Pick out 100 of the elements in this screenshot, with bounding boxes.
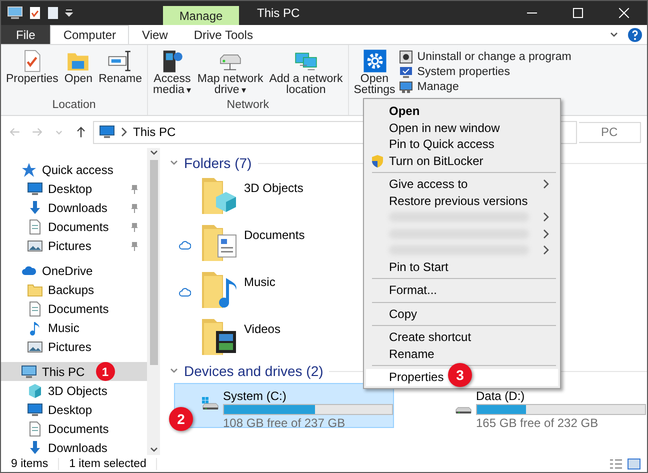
ribbon-tab[interactable]: View <box>129 25 181 44</box>
monitor-icon <box>99 124 115 140</box>
sidebar-item[interactable]: Quick access <box>1 160 148 179</box>
ribbon-tab[interactable]: Computer <box>50 25 130 44</box>
scrollbar[interactable] <box>147 148 160 455</box>
cloud-icon <box>179 241 191 250</box>
sidebar-item[interactable]: Documents <box>1 419 148 438</box>
sidebar-item[interactable]: Documents <box>1 299 148 318</box>
folder-icon <box>27 282 43 298</box>
chevron-icon <box>542 212 550 222</box>
pin-icon <box>130 202 140 212</box>
sidebar-item[interactable]: Downloads <box>1 198 148 217</box>
document-icon <box>27 218 43 234</box>
help-icon[interactable] <box>628 28 642 42</box>
ribbon-button[interactable]: Manage <box>399 79 572 94</box>
document-icon <box>27 420 43 436</box>
up-arrow-icon[interactable] <box>74 124 88 140</box>
ribbon-button[interactable]: Add a network location <box>267 47 345 99</box>
ribbon-button[interactable]: Map network drive ▾ <box>195 47 266 99</box>
shield-icon <box>371 154 384 168</box>
chevron-icon <box>542 245 550 256</box>
pin-icon <box>130 184 140 194</box>
group-label: Network <box>226 99 270 113</box>
menu-item[interactable]: Pin to Start <box>366 258 558 275</box>
sidebar-item[interactable]: This PC 1 <box>1 362 148 381</box>
section-header: Devices and drives (2) <box>184 363 324 379</box>
menu-item[interactable]: Format... <box>366 282 558 298</box>
computer-icon <box>7 6 23 20</box>
step-number-callout: 3 <box>448 363 472 387</box>
details-view-icon[interactable] <box>609 458 623 470</box>
properties-icon[interactable] <box>29 6 41 20</box>
star-icon <box>21 162 37 178</box>
close-icon[interactable] <box>619 8 629 18</box>
document-icon <box>27 300 43 316</box>
pin-icon <box>130 240 140 250</box>
menu-item[interactable]: Copy <box>366 306 558 322</box>
sidebar-item[interactable]: Backups <box>1 280 148 299</box>
folder-name[interactable]: Documents <box>244 221 305 242</box>
folder-name[interactable]: Videos <box>244 315 280 336</box>
computer-icon <box>21 364 37 380</box>
sidebar-item[interactable]: Documents <box>1 217 148 236</box>
download-icon <box>27 440 43 455</box>
section-header: Folders (7) <box>184 155 252 171</box>
drive-name: System (C:) <box>223 389 288 403</box>
item-count: 9 items <box>11 458 60 470</box>
program-icon <box>399 50 414 64</box>
ribbon-button[interactable]: Properties <box>4 47 60 99</box>
menu-item[interactable]: Create shortcut <box>366 329 558 346</box>
folder-name[interactable]: Music <box>244 268 276 289</box>
file-menu-tab[interactable]: File <box>1 25 50 44</box>
selection-count: 1 item selected <box>69 458 158 470</box>
collapse-ribbon-icon <box>610 30 618 40</box>
sidebar-item[interactable]: OneDrive <box>1 261 148 280</box>
ribbon-button[interactable]: Access media ▾ <box>151 47 194 99</box>
large-icons-view-icon[interactable] <box>627 458 641 470</box>
pictures-icon <box>27 238 43 254</box>
ribbon-button[interactable]: Open <box>62 47 95 99</box>
menu-item[interactable]: Give access to <box>366 176 558 192</box>
cube-icon <box>27 382 43 398</box>
customize-toolbar-icon[interactable] <box>65 9 73 17</box>
menu-item[interactable]: Turn on BitLocker <box>366 152 558 169</box>
computer-management-icon <box>399 80 414 94</box>
folder-name[interactable]: 3D Objects <box>244 174 304 195</box>
breadcrumb-separator-icon <box>120 127 128 137</box>
drive-name: Data (D:) <box>476 389 526 403</box>
ribbon-button[interactable]: Uninstall or change a program <box>399 49 572 64</box>
pin-icon <box>130 222 140 232</box>
menu-item[interactable]: Open in new window <box>366 120 558 136</box>
sidebar-item[interactable]: Downloads <box>1 438 148 455</box>
menu-item[interactable]: Rename <box>366 346 558 362</box>
group-label: Location <box>51 99 97 113</box>
sidebar-item[interactable]: Pictures <box>1 337 148 356</box>
rename-icon <box>107 48 134 74</box>
context-tab-header: Manage <box>163 6 239 25</box>
menu-item[interactable]: Restore previous versions <box>366 192 558 209</box>
ribbon-button[interactable]: System properties <box>399 64 572 79</box>
cloud-icon <box>179 288 191 297</box>
search-field[interactable]: PC <box>579 122 641 142</box>
sidebar-item[interactable]: 3D Objects <box>1 381 148 400</box>
ribbon-tab[interactable]: Drive Tools <box>180 25 266 44</box>
step-number-callout: 2 <box>169 407 193 431</box>
chevron-icon <box>542 179 550 190</box>
sidebar-item[interactable]: Desktop <box>1 179 148 198</box>
pictures-icon <box>27 338 43 354</box>
free-space: 165 GB free of 232 GB <box>476 416 600 430</box>
monitor-icon <box>27 180 43 196</box>
menu-item[interactable]: Open <box>366 103 558 120</box>
system-properties-icon <box>399 64 414 78</box>
free-space: 108 GB free of 237 GB <box>223 416 346 430</box>
download-icon <box>27 200 43 216</box>
step-number-callout: 1 <box>96 362 115 381</box>
chevron-icon <box>542 228 550 239</box>
settings-icon <box>362 48 388 74</box>
sidebar-item[interactable]: Desktop <box>1 400 148 419</box>
sidebar-item[interactable]: Music <box>1 318 148 337</box>
window-title: This PC <box>256 5 301 22</box>
sidebar-item[interactable]: Pictures <box>1 236 148 255</box>
monitor-icon <box>27 402 43 418</box>
ribbon-button[interactable]: Rename <box>96 47 144 99</box>
maximize-icon[interactable] <box>573 8 583 18</box>
